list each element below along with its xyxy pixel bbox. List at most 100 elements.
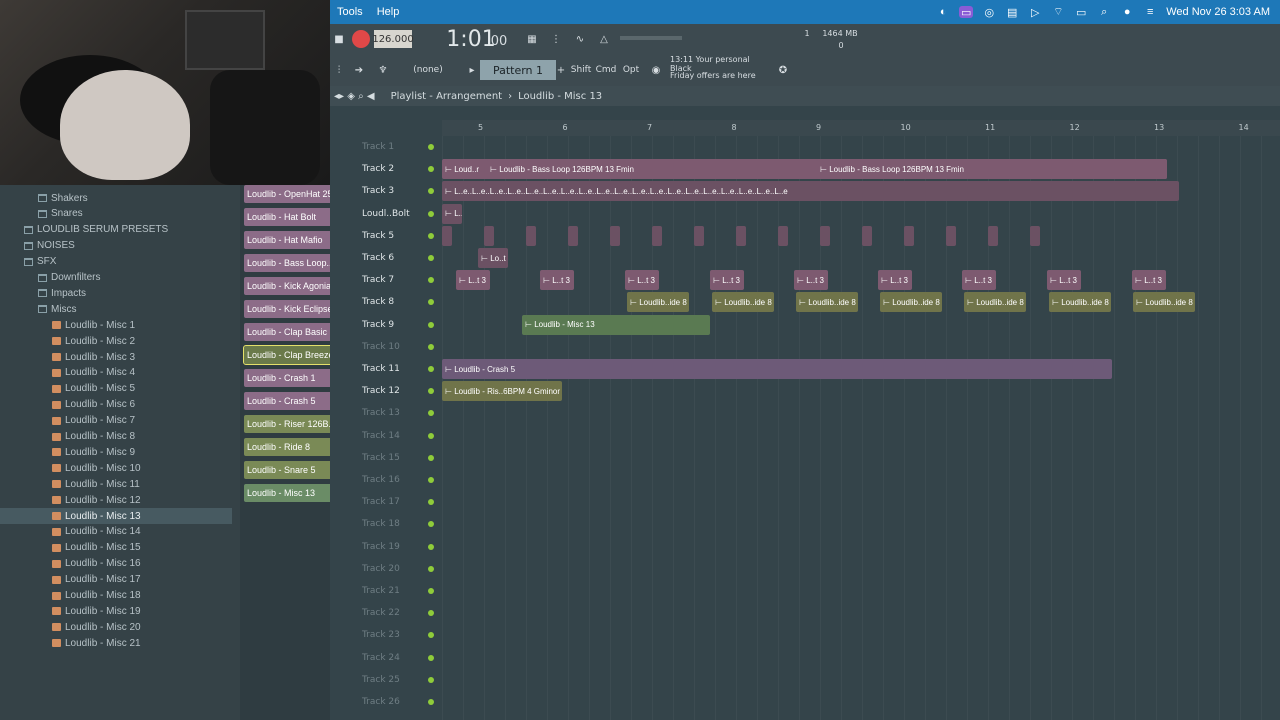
browser-file[interactable]: Loudlib - Misc 3 bbox=[0, 349, 232, 365]
browser-folder[interactable]: Shakers bbox=[0, 190, 232, 206]
battery-icon[interactable]: ▭ bbox=[1074, 6, 1088, 19]
pattern-clip[interactable] bbox=[568, 225, 578, 246]
track-header[interactable]: Track 13 bbox=[360, 402, 438, 424]
mic-icon[interactable]: ♆ bbox=[374, 60, 392, 80]
track-mute-led[interactable] bbox=[428, 144, 434, 150]
pattern-clip[interactable] bbox=[442, 225, 452, 246]
timeline-ruler[interactable]: 5 6 7 8 9 10 11 12 13 14 bbox=[442, 120, 1280, 136]
track-header[interactable]: Track 2 bbox=[360, 158, 438, 180]
track-mute-led[interactable] bbox=[428, 543, 434, 550]
channel-button[interactable]: Loudlib - Crash 1+ bbox=[244, 369, 342, 387]
track-mute-led[interactable] bbox=[428, 654, 434, 661]
track-header[interactable]: Track 21 bbox=[360, 580, 438, 602]
pattern-clip[interactable]: ⊢ Lo..t bbox=[478, 248, 508, 268]
browser-folder[interactable]: NOISES bbox=[0, 238, 232, 254]
record-button[interactable] bbox=[352, 30, 370, 48]
track-mute-led[interactable] bbox=[428, 277, 434, 284]
browser-file[interactable]: Loudlib - Misc 5 bbox=[0, 381, 232, 397]
channel-button[interactable]: Loudlib - Misc 13+ bbox=[244, 484, 342, 502]
browser-file[interactable]: Loudlib - Misc 16 bbox=[0, 556, 232, 572]
offer-icon[interactable]: ✪ bbox=[776, 60, 790, 80]
pattern-clip[interactable] bbox=[778, 225, 788, 246]
track-mute-led[interactable] bbox=[428, 588, 434, 594]
pattern-clip[interactable] bbox=[862, 225, 872, 246]
track-header[interactable]: Track 12 bbox=[360, 380, 438, 402]
pattern-clip[interactable]: ⊢ Loudlib - Ris..6BPM 4 Gminor bbox=[442, 381, 562, 402]
track-header[interactable]: Track 16 bbox=[360, 469, 438, 491]
track-header[interactable]: Track 7 bbox=[360, 269, 438, 291]
pattern-clip[interactable] bbox=[820, 225, 830, 246]
channel-button[interactable]: Loudlib - Clap Breeze+ bbox=[243, 345, 343, 365]
track-mute-led[interactable] bbox=[428, 499, 434, 506]
pattern-clip[interactable]: ⊢ L..t 3 bbox=[540, 270, 574, 291]
channel-button[interactable]: Loudlib - Ride 8+ bbox=[244, 438, 342, 456]
stop-button[interactable]: ■ bbox=[332, 32, 346, 46]
track-mute-led[interactable] bbox=[428, 632, 434, 639]
track-mute-led[interactable] bbox=[428, 610, 434, 617]
pattern-clip[interactable]: ⊢ Loudlib..ide 8 bbox=[627, 292, 689, 313]
track-header[interactable]: Track 17 bbox=[360, 491, 438, 513]
menu-tools[interactable]: Tools bbox=[330, 6, 370, 18]
pattern-clip[interactable]: ⊢ Loudlib..ide 8 bbox=[712, 292, 774, 313]
track-mute-led[interactable] bbox=[428, 343, 434, 350]
browser-file[interactable]: Loudlib - Misc 2 bbox=[0, 333, 232, 349]
pattern-clip[interactable]: ⊢ Loudlib..ide 8 bbox=[964, 292, 1026, 313]
pattern-clip[interactable]: ⊢ Loudlib..ide 8 bbox=[1133, 292, 1195, 313]
status-icon[interactable]: ◐ bbox=[936, 6, 950, 18]
master-volume-slider[interactable] bbox=[620, 36, 682, 40]
control-icon[interactable]: ◎ bbox=[982, 6, 996, 19]
wifi-icon[interactable]: ⌔ bbox=[1051, 6, 1065, 18]
channel-button[interactable]: Loudlib - Kick Agonia+ bbox=[244, 277, 342, 295]
pattern-clip[interactable]: ⊢ L..e..L..e..L..e..L..e..L..e..L..e..L.… bbox=[442, 181, 1179, 202]
browser-folder[interactable]: Downfilters bbox=[0, 270, 232, 286]
track-mute-led[interactable] bbox=[428, 188, 434, 195]
pattern-clip[interactable] bbox=[1030, 225, 1040, 246]
track-header[interactable]: Track 6 bbox=[360, 247, 438, 269]
track-header[interactable]: Track 22 bbox=[360, 602, 438, 624]
track-mute-led[interactable] bbox=[428, 366, 434, 372]
browser-file[interactable]: Loudlib - Misc 14 bbox=[0, 524, 232, 540]
channel-button[interactable]: Loudlib - Clap Basic+ bbox=[244, 323, 342, 341]
track-mute-led[interactable] bbox=[428, 676, 434, 683]
browser-file[interactable]: Loudlib - Misc 9 bbox=[0, 444, 232, 460]
track-mute-led[interactable] bbox=[428, 410, 434, 417]
track-header[interactable]: Track 14 bbox=[360, 425, 438, 447]
pattern-clip[interactable]: ⊢ L..t 3 bbox=[710, 270, 744, 291]
track-header[interactable]: Track 19 bbox=[360, 536, 438, 558]
browser-file[interactable]: Loudlib - Misc 4 bbox=[0, 365, 232, 381]
browser-folder[interactable]: Impacts bbox=[0, 285, 232, 301]
none-selector[interactable]: (none) bbox=[408, 62, 448, 78]
track-header[interactable]: Track 24 bbox=[360, 647, 438, 669]
add-pattern-button[interactable]: + bbox=[554, 60, 568, 80]
track-mute-led[interactable] bbox=[428, 299, 434, 306]
pattern-clip[interactable]: ⊢ L..t 3 bbox=[878, 270, 912, 291]
pattern-arrow-icon[interactable]: ▸ bbox=[466, 62, 478, 78]
pattern-clip[interactable]: ⊢ L..t 3 bbox=[1132, 270, 1166, 291]
arrangement-grid[interactable]: ⊢ Loud..r ⊢ Loudlib - Bass Loop 126BPM 13… bbox=[442, 136, 1280, 720]
browser-file[interactable]: Loudlib - Misc 11 bbox=[0, 476, 232, 492]
browser-file[interactable]: Loudlib - Misc 17 bbox=[0, 572, 232, 588]
track-header[interactable]: Track 15 bbox=[360, 447, 438, 469]
pattern-clip[interactable] bbox=[652, 225, 662, 246]
channel-button[interactable]: Loudlib - OpenHat 25+ bbox=[244, 185, 342, 203]
pattern-clip[interactable]: ⊢ L.. bbox=[442, 203, 462, 224]
track-header[interactable]: Track 11 bbox=[360, 358, 438, 380]
track-mute-led[interactable] bbox=[428, 166, 434, 173]
pattern-clip[interactable]: ⊢ L..t 3 bbox=[456, 270, 490, 291]
channel-button[interactable]: Loudlib - Bass Loop...+ bbox=[244, 254, 342, 272]
shift-button[interactable]: Shift bbox=[570, 60, 592, 80]
browser-folder[interactable]: Snares bbox=[0, 206, 232, 222]
channel-button[interactable]: Loudlib - Kick Eclipse+ bbox=[244, 300, 342, 318]
cmd-button[interactable]: Cmd bbox=[595, 60, 617, 80]
pattern-clip[interactable]: ⊢ Loudlib - Bass Loop 126BPM 13 Fmin bbox=[817, 159, 1167, 180]
tempo-display[interactable]: 126.000 bbox=[372, 30, 414, 48]
mixer-icon[interactable]: ⫶ bbox=[330, 60, 348, 80]
track-header[interactable]: Track 18 bbox=[360, 513, 438, 535]
pattern-clip[interactable] bbox=[694, 225, 704, 246]
track-mute-led[interactable] bbox=[428, 388, 434, 395]
browser-file[interactable]: Loudlib - Misc 18 bbox=[0, 588, 232, 604]
pattern-clip[interactable] bbox=[610, 225, 620, 246]
arrow-right-icon[interactable]: ➔ bbox=[350, 60, 368, 80]
pattern-clip[interactable] bbox=[526, 225, 536, 246]
track-mute-led[interactable] bbox=[428, 232, 434, 239]
